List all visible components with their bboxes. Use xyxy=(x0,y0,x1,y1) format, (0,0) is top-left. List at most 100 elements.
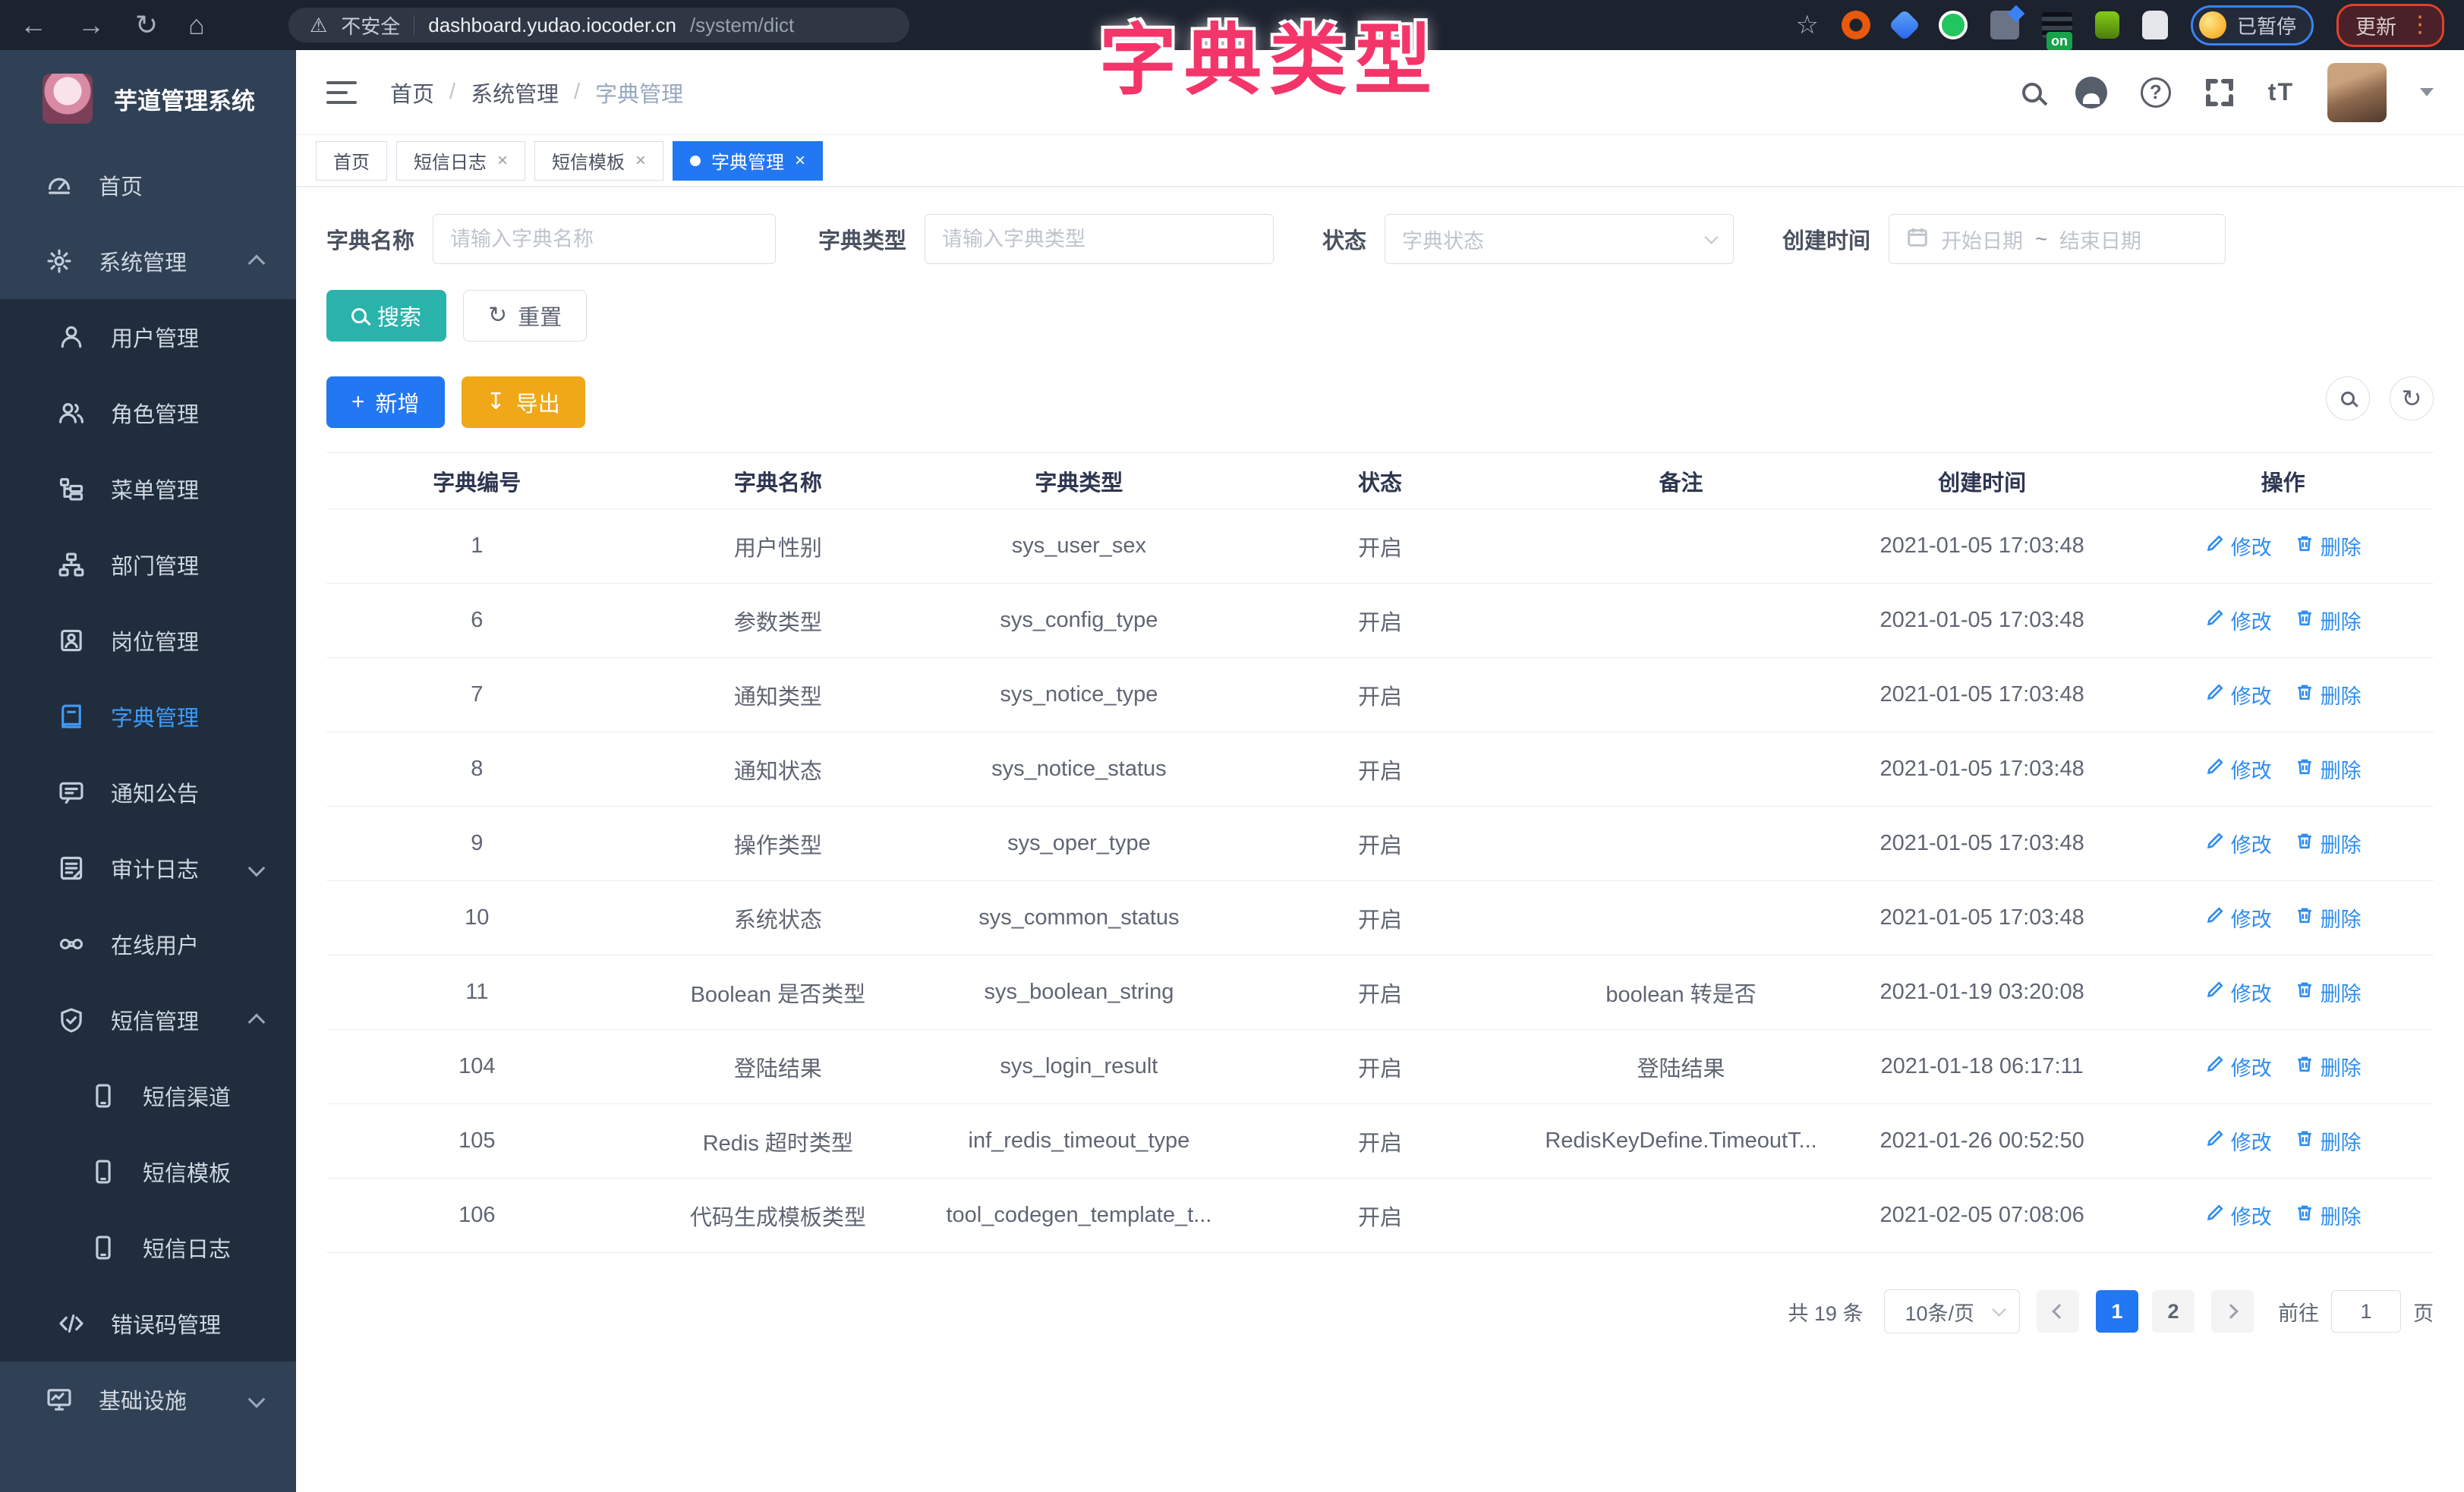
edit-link[interactable]: 修改 xyxy=(2205,531,2272,561)
cell-dict-type-link[interactable]: inf_redis_timeout_type xyxy=(928,1104,1230,1179)
toggle-search-button[interactable] xyxy=(2326,376,2370,420)
sidebar-item-role-management[interactable]: 角色管理 xyxy=(0,375,296,451)
bookmark-star-icon[interactable]: ☆ xyxy=(1796,10,1819,40)
cell-dict-type-link[interactable]: sys_boolean_string xyxy=(928,955,1230,1030)
sidebar-item-sms-template[interactable]: 短信模板 xyxy=(0,1134,296,1210)
cell-dict-type-link[interactable]: sys_login_result xyxy=(928,1030,1230,1104)
sidebar-item-home[interactable]: 首页 xyxy=(0,147,296,223)
sidebar-item-sms-channel[interactable]: 短信渠道 xyxy=(0,1058,296,1134)
edit-link[interactable]: 修改 xyxy=(2205,754,2272,784)
sidebar-item-error-code-management[interactable]: 错误码管理 xyxy=(0,1286,296,1361)
add-button[interactable]: + 新增 xyxy=(326,376,445,428)
page-number-1[interactable]: 1 xyxy=(2096,1290,2138,1333)
sidebar-item-sms-log[interactable]: 短信日志 xyxy=(0,1210,296,1286)
app-logo[interactable]: 芋道管理系统 xyxy=(0,50,296,147)
tab-close-icon[interactable]: × xyxy=(795,152,805,170)
status-select[interactable]: 字典状态 xyxy=(1385,214,1734,264)
sidebar-item-notice-announcement[interactable]: 通知公告 xyxy=(0,754,296,830)
extension-squares-icon[interactable] xyxy=(1990,11,2019,39)
delete-link[interactable]: 删除 xyxy=(2295,606,2362,635)
dict-name-input[interactable] xyxy=(450,228,758,251)
cell-dict-type-link[interactable]: sys_notice_status xyxy=(928,732,1230,807)
extension-green-icon[interactable] xyxy=(1939,11,1968,39)
delete-link[interactable]: 删除 xyxy=(2295,1201,2362,1230)
tab-sms-template[interactable]: 短信模板× xyxy=(534,141,663,181)
fullscreen-icon[interactable] xyxy=(2204,77,2235,108)
refresh-table-button[interactable]: ↻ xyxy=(2390,376,2434,420)
sidebar-item-online-users[interactable]: 在线用户 xyxy=(0,906,296,982)
delete-link[interactable]: 删除 xyxy=(2295,1126,2362,1156)
edit-link[interactable]: 修改 xyxy=(2205,1201,2272,1230)
edit-link[interactable]: 修改 xyxy=(2205,829,2272,858)
edit-link[interactable]: 修改 xyxy=(2205,680,2272,710)
extension-orange-icon[interactable] xyxy=(1842,11,1870,39)
browser-back-icon[interactable]: ← xyxy=(20,9,47,41)
tab-dict-management[interactable]: 字典管理× xyxy=(673,141,823,181)
cell-dict-type-link[interactable]: sys_common_status xyxy=(928,881,1230,955)
github-icon[interactable] xyxy=(2075,77,2107,109)
browser-menu-icon[interactable]: ⋮ xyxy=(2409,14,2431,36)
extension-gem-icon[interactable] xyxy=(1889,9,1920,41)
page-size-select[interactable]: 10条/页 xyxy=(1884,1289,2020,1333)
extension-ghost-icon[interactable] xyxy=(2142,11,2168,39)
dict-type-input[interactable] xyxy=(942,228,1256,251)
tab-sms-log[interactable]: 短信日志× xyxy=(396,141,525,181)
browser-reload-icon[interactable]: ↻ xyxy=(135,9,158,41)
extension-sprout-icon[interactable] xyxy=(2095,11,2119,39)
avatar-caret-icon[interactable] xyxy=(2420,88,2434,96)
cell-dict-type-link[interactable]: sys_oper_type xyxy=(928,807,1230,881)
prev-page-button[interactable] xyxy=(2037,1290,2079,1333)
tab-close-icon[interactable]: × xyxy=(635,152,646,170)
audit-log-icon xyxy=(56,855,87,882)
edit-link[interactable]: 修改 xyxy=(2205,977,2272,1007)
tab-home[interactable]: 首页 xyxy=(316,141,387,181)
reset-button[interactable]: ↻ 重置 xyxy=(463,290,587,342)
delete-link[interactable]: 删除 xyxy=(2295,977,2362,1007)
page-number-2[interactable]: 2 xyxy=(2152,1290,2195,1333)
extension-bars-icon[interactable]: on xyxy=(2042,12,2072,38)
edit-link[interactable]: 修改 xyxy=(2205,1052,2272,1081)
total-count: 共 19 条 xyxy=(1788,1297,1863,1327)
sidebar-item-post-management[interactable]: 岗位管理 xyxy=(0,603,296,678)
sidebar-item-system-management[interactable]: 系统管理 xyxy=(0,223,296,299)
delete-link[interactable]: 删除 xyxy=(2295,754,2362,784)
sidebar-item-dict-management[interactable]: 字典管理 xyxy=(0,678,296,754)
sidebar-item-infrastructure[interactable]: 基础设施 xyxy=(0,1361,296,1437)
delete-link[interactable]: 删除 xyxy=(2295,1052,2362,1081)
chevron-up-icon xyxy=(248,1014,266,1031)
delete-link[interactable]: 删除 xyxy=(2295,903,2362,933)
sidebar-item-dept-management[interactable]: 部门管理 xyxy=(0,527,296,603)
delete-link[interactable]: 删除 xyxy=(2295,829,2362,858)
help-icon[interactable]: ? xyxy=(2141,77,2171,108)
edit-link[interactable]: 修改 xyxy=(2205,903,2272,933)
font-size-icon[interactable]: tT xyxy=(2268,78,2294,106)
edit-link[interactable]: 修改 xyxy=(2205,1126,2272,1156)
user-avatar[interactable] xyxy=(2327,63,2387,122)
sidebar-item-user-management[interactable]: 用户管理 xyxy=(0,299,296,375)
search-icon[interactable] xyxy=(2022,83,2042,102)
breadcrumb-item[interactable]: 系统管理 xyxy=(471,77,559,109)
sidebar-item-menu-management[interactable]: 菜单管理 xyxy=(0,451,296,527)
sidebar-item-audit-log[interactable]: 审计日志 xyxy=(0,830,296,906)
tab-close-icon[interactable]: × xyxy=(497,152,508,170)
goto-page-input[interactable] xyxy=(2331,1290,2401,1333)
breadcrumb-item[interactable]: 首页 xyxy=(390,77,434,109)
delete-link[interactable]: 删除 xyxy=(2295,680,2362,710)
edit-link[interactable]: 修改 xyxy=(2205,606,2272,635)
sidebar-item-sms-management[interactable]: 短信管理 xyxy=(0,982,296,1058)
browser-home-icon[interactable]: ⌂ xyxy=(188,9,205,41)
export-button[interactable]: ↧ 导出 xyxy=(462,376,585,428)
browser-forward-icon[interactable]: → xyxy=(77,9,105,41)
cell-dict-type-link[interactable]: sys_notice_type xyxy=(928,658,1230,732)
browser-update-chip[interactable]: 更新 ⋮ xyxy=(2336,4,2444,47)
collapse-sidebar-icon[interactable] xyxy=(326,81,357,104)
cell-dict-type-link[interactable]: sys_user_sex xyxy=(928,509,1230,584)
next-page-button[interactable] xyxy=(2211,1290,2254,1333)
date-range-picker[interactable]: 开始日期 ~ 结束日期 xyxy=(1889,214,2226,264)
cell-dict-type-link[interactable]: tool_codegen_template_t... xyxy=(928,1179,1230,1253)
cell-dict-type-link[interactable]: sys_config_type xyxy=(928,584,1230,658)
profile-paused-pill[interactable]: 已暂停 xyxy=(2191,5,2314,46)
address-bar[interactable]: ⚠ 不安全 dashboard.yudao.iocoder.cn/system/… xyxy=(288,8,909,42)
search-button[interactable]: 搜索 xyxy=(326,290,446,342)
delete-link[interactable]: 删除 xyxy=(2295,531,2362,561)
